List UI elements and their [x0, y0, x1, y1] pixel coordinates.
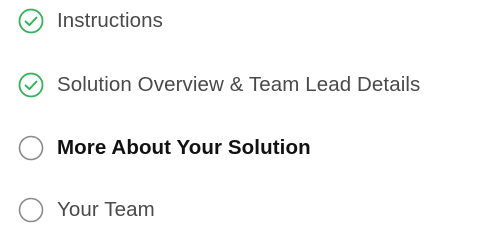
- check-circle-icon: [18, 72, 44, 98]
- step-more-about-your-solution[interactable]: More About Your Solution: [18, 133, 311, 163]
- step-instructions[interactable]: Instructions: [18, 6, 163, 36]
- step-your-team[interactable]: Your Team: [18, 195, 155, 225]
- step-label: Your Team: [57, 198, 155, 221]
- step-label: Instructions: [57, 9, 164, 32]
- step-solution-overview[interactable]: Solution Overview & Team Lead Details: [18, 70, 420, 100]
- step-label: Solution Overview & Team Lead Details: [57, 73, 421, 96]
- empty-circle-icon: [18, 197, 44, 223]
- check-circle-icon: [18, 8, 44, 34]
- empty-circle-icon: [18, 135, 44, 161]
- step-label: More About Your Solution: [57, 136, 311, 159]
